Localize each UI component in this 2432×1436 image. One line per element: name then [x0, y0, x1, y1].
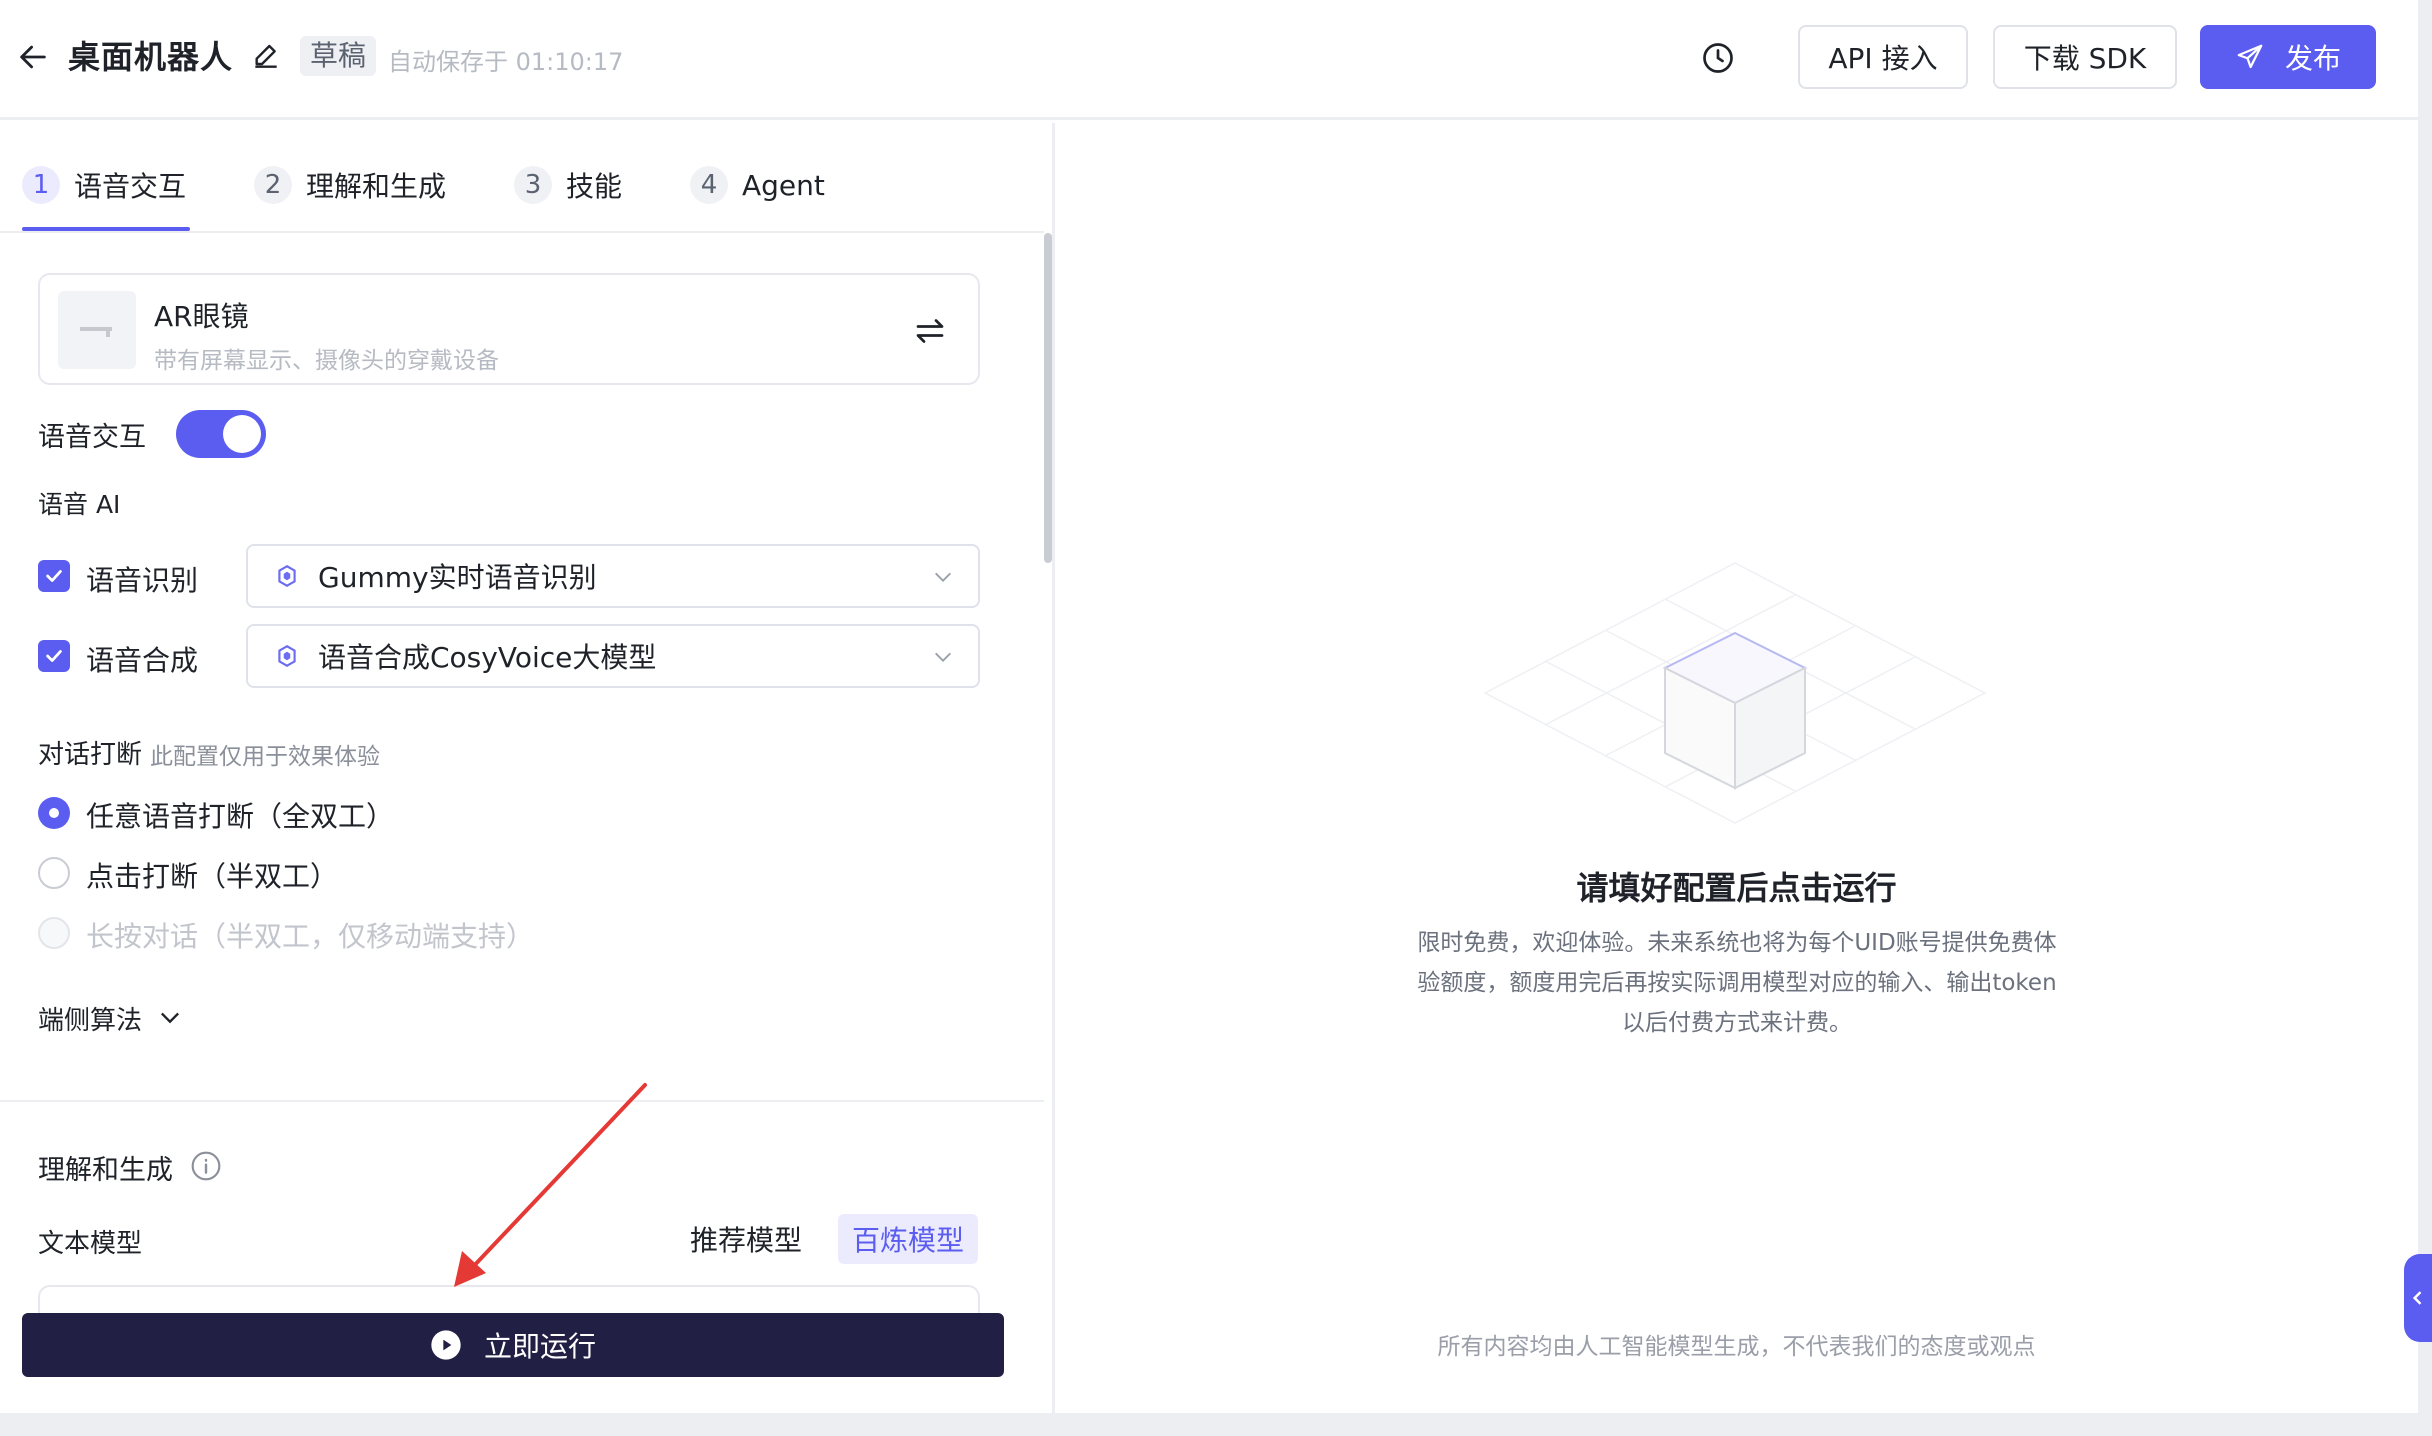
tts-checkbox[interactable]	[38, 640, 70, 672]
chevron-down-icon	[935, 572, 951, 582]
window-bottom-edge	[0, 1413, 2432, 1436]
check-icon	[46, 570, 62, 582]
chevron-down-icon[interactable]	[156, 1003, 184, 1031]
text-model-label: 文本模型	[38, 1229, 143, 1259]
send-icon	[2237, 44, 2263, 69]
empty-state-title: 请填好配置后点击运行	[1576, 869, 1897, 907]
download-sdk-button[interactable]: 下载 SDK	[1993, 25, 2177, 89]
asr-label: 语音识别	[86, 564, 199, 597]
run-now-button[interactable]: 立即运行	[22, 1313, 1004, 1377]
collapse-panel-button[interactable]	[2404, 1254, 2432, 1342]
tab-number: 4	[690, 166, 728, 204]
preview-panel: 请填好配置后点击运行 限时免费，欢迎体验。未来系统也将为每个UID账号提供免费体…	[1055, 123, 2418, 1413]
interrupt-title: 对话打断	[38, 740, 143, 770]
edit-icon[interactable]	[250, 40, 282, 72]
asr-model-value: Gummy实时语音识别	[318, 561, 597, 594]
device-description: 带有屏幕显示、摄像头的穿戴设备	[154, 348, 499, 374]
empty-state-illustration-icon	[1483, 562, 1987, 824]
chevron-left-icon	[2412, 1291, 2422, 1305]
info-icon[interactable]	[190, 1150, 222, 1182]
tab-number: 3	[514, 166, 552, 204]
radio-long-press	[38, 917, 70, 949]
swap-icon[interactable]	[912, 313, 948, 349]
tab-number: 2	[254, 166, 292, 204]
asr-model-select[interactable]: Gummy实时语音识别	[246, 544, 980, 608]
tab-label: 理解和生成	[306, 170, 447, 203]
model-logo-icon	[278, 565, 296, 587]
check-icon	[46, 650, 62, 662]
radio-full-duplex[interactable]	[38, 797, 70, 829]
annotation-arrow-icon	[454, 1083, 647, 1287]
radio-click-interrupt-label: 点击打断（半双工）	[86, 860, 339, 893]
tab-label: Agent	[742, 168, 825, 202]
radio-click-interrupt[interactable]	[38, 857, 70, 889]
tts-label: 语音合成	[86, 644, 199, 677]
tts-model-value: 语音合成CosyVoice大模型	[318, 641, 657, 674]
recommended-models-tab[interactable]: 推荐模型	[676, 1214, 816, 1264]
chevron-down-icon	[935, 652, 951, 662]
model-logo-icon	[278, 645, 296, 667]
bailian-models-tab[interactable]: 百炼模型	[838, 1214, 979, 1264]
tab-agent[interactable]: 4 Agent	[690, 155, 825, 215]
tab-understand-generate[interactable]: 2 理解和生成	[254, 155, 446, 215]
device-algorithm-toggle[interactable]: 端侧算法	[38, 1000, 142, 1037]
voice-interaction-toggle[interactable]	[176, 410, 266, 458]
app-title: 桌面机器人	[68, 38, 234, 76]
play-circle-icon	[431, 1330, 461, 1360]
device-selector-card[interactable]: AR眼镜 带有屏幕显示、摄像头的穿戴设备	[38, 273, 980, 385]
understand-title: 理解和生成	[38, 1155, 173, 1186]
publish-label: 发布	[2284, 42, 2341, 75]
radio-full-duplex-label: 任意语音打断（全双工）	[86, 800, 395, 833]
device-name: AR眼镜	[154, 300, 249, 333]
voice-ai-label: 语音 AI	[38, 490, 121, 519]
window-edge	[2418, 0, 2432, 1413]
run-now-label: 立即运行	[483, 1330, 596, 1363]
tab-label: 语音交互	[74, 170, 187, 203]
panel-scrollbar[interactable]	[1044, 233, 1052, 563]
glasses-image-icon	[80, 327, 112, 337]
interrupt-note: 此配置仅用于效果体验	[150, 744, 380, 770]
radio-long-press-label: 长按对话（半双工，仅移动端支持）	[86, 920, 535, 953]
voice-interaction-label: 语音交互	[38, 422, 146, 453]
top-bar: 桌面机器人 草稿 自动保存于 01:10:17 API 接入 下载 SDK 发布	[0, 0, 2418, 120]
tab-skills[interactable]: 3 技能	[514, 155, 622, 215]
tabs-divider	[0, 231, 1044, 233]
tab-label: 技能	[566, 170, 623, 203]
empty-state-description: 限时免费，欢迎体验。未来系统也将为每个UID账号提供免费体验额度，额度用完后再按…	[1417, 930, 2057, 1036]
history-clock-icon[interactable]	[1700, 40, 1736, 76]
draft-badge: 草稿	[300, 36, 377, 76]
autosave-status: 自动保存于 01:10:17	[388, 48, 624, 76]
tts-model-select[interactable]: 语音合成CosyVoice大模型	[246, 624, 980, 688]
api-access-button[interactable]: API 接入	[1798, 25, 1968, 89]
asr-checkbox[interactable]	[38, 560, 70, 592]
publish-button[interactable]: 发布	[2200, 25, 2376, 89]
tab-number: 1	[22, 166, 60, 204]
back-arrow-icon[interactable]	[16, 40, 50, 74]
tab-voice-interaction[interactable]: 1 语音交互	[22, 155, 186, 215]
ai-disclaimer: 所有内容均由人工智能模型生成，不代表我们的态度或观点	[1437, 1334, 2036, 1360]
toggle-knob	[223, 415, 261, 453]
device-thumbnail	[58, 291, 136, 369]
